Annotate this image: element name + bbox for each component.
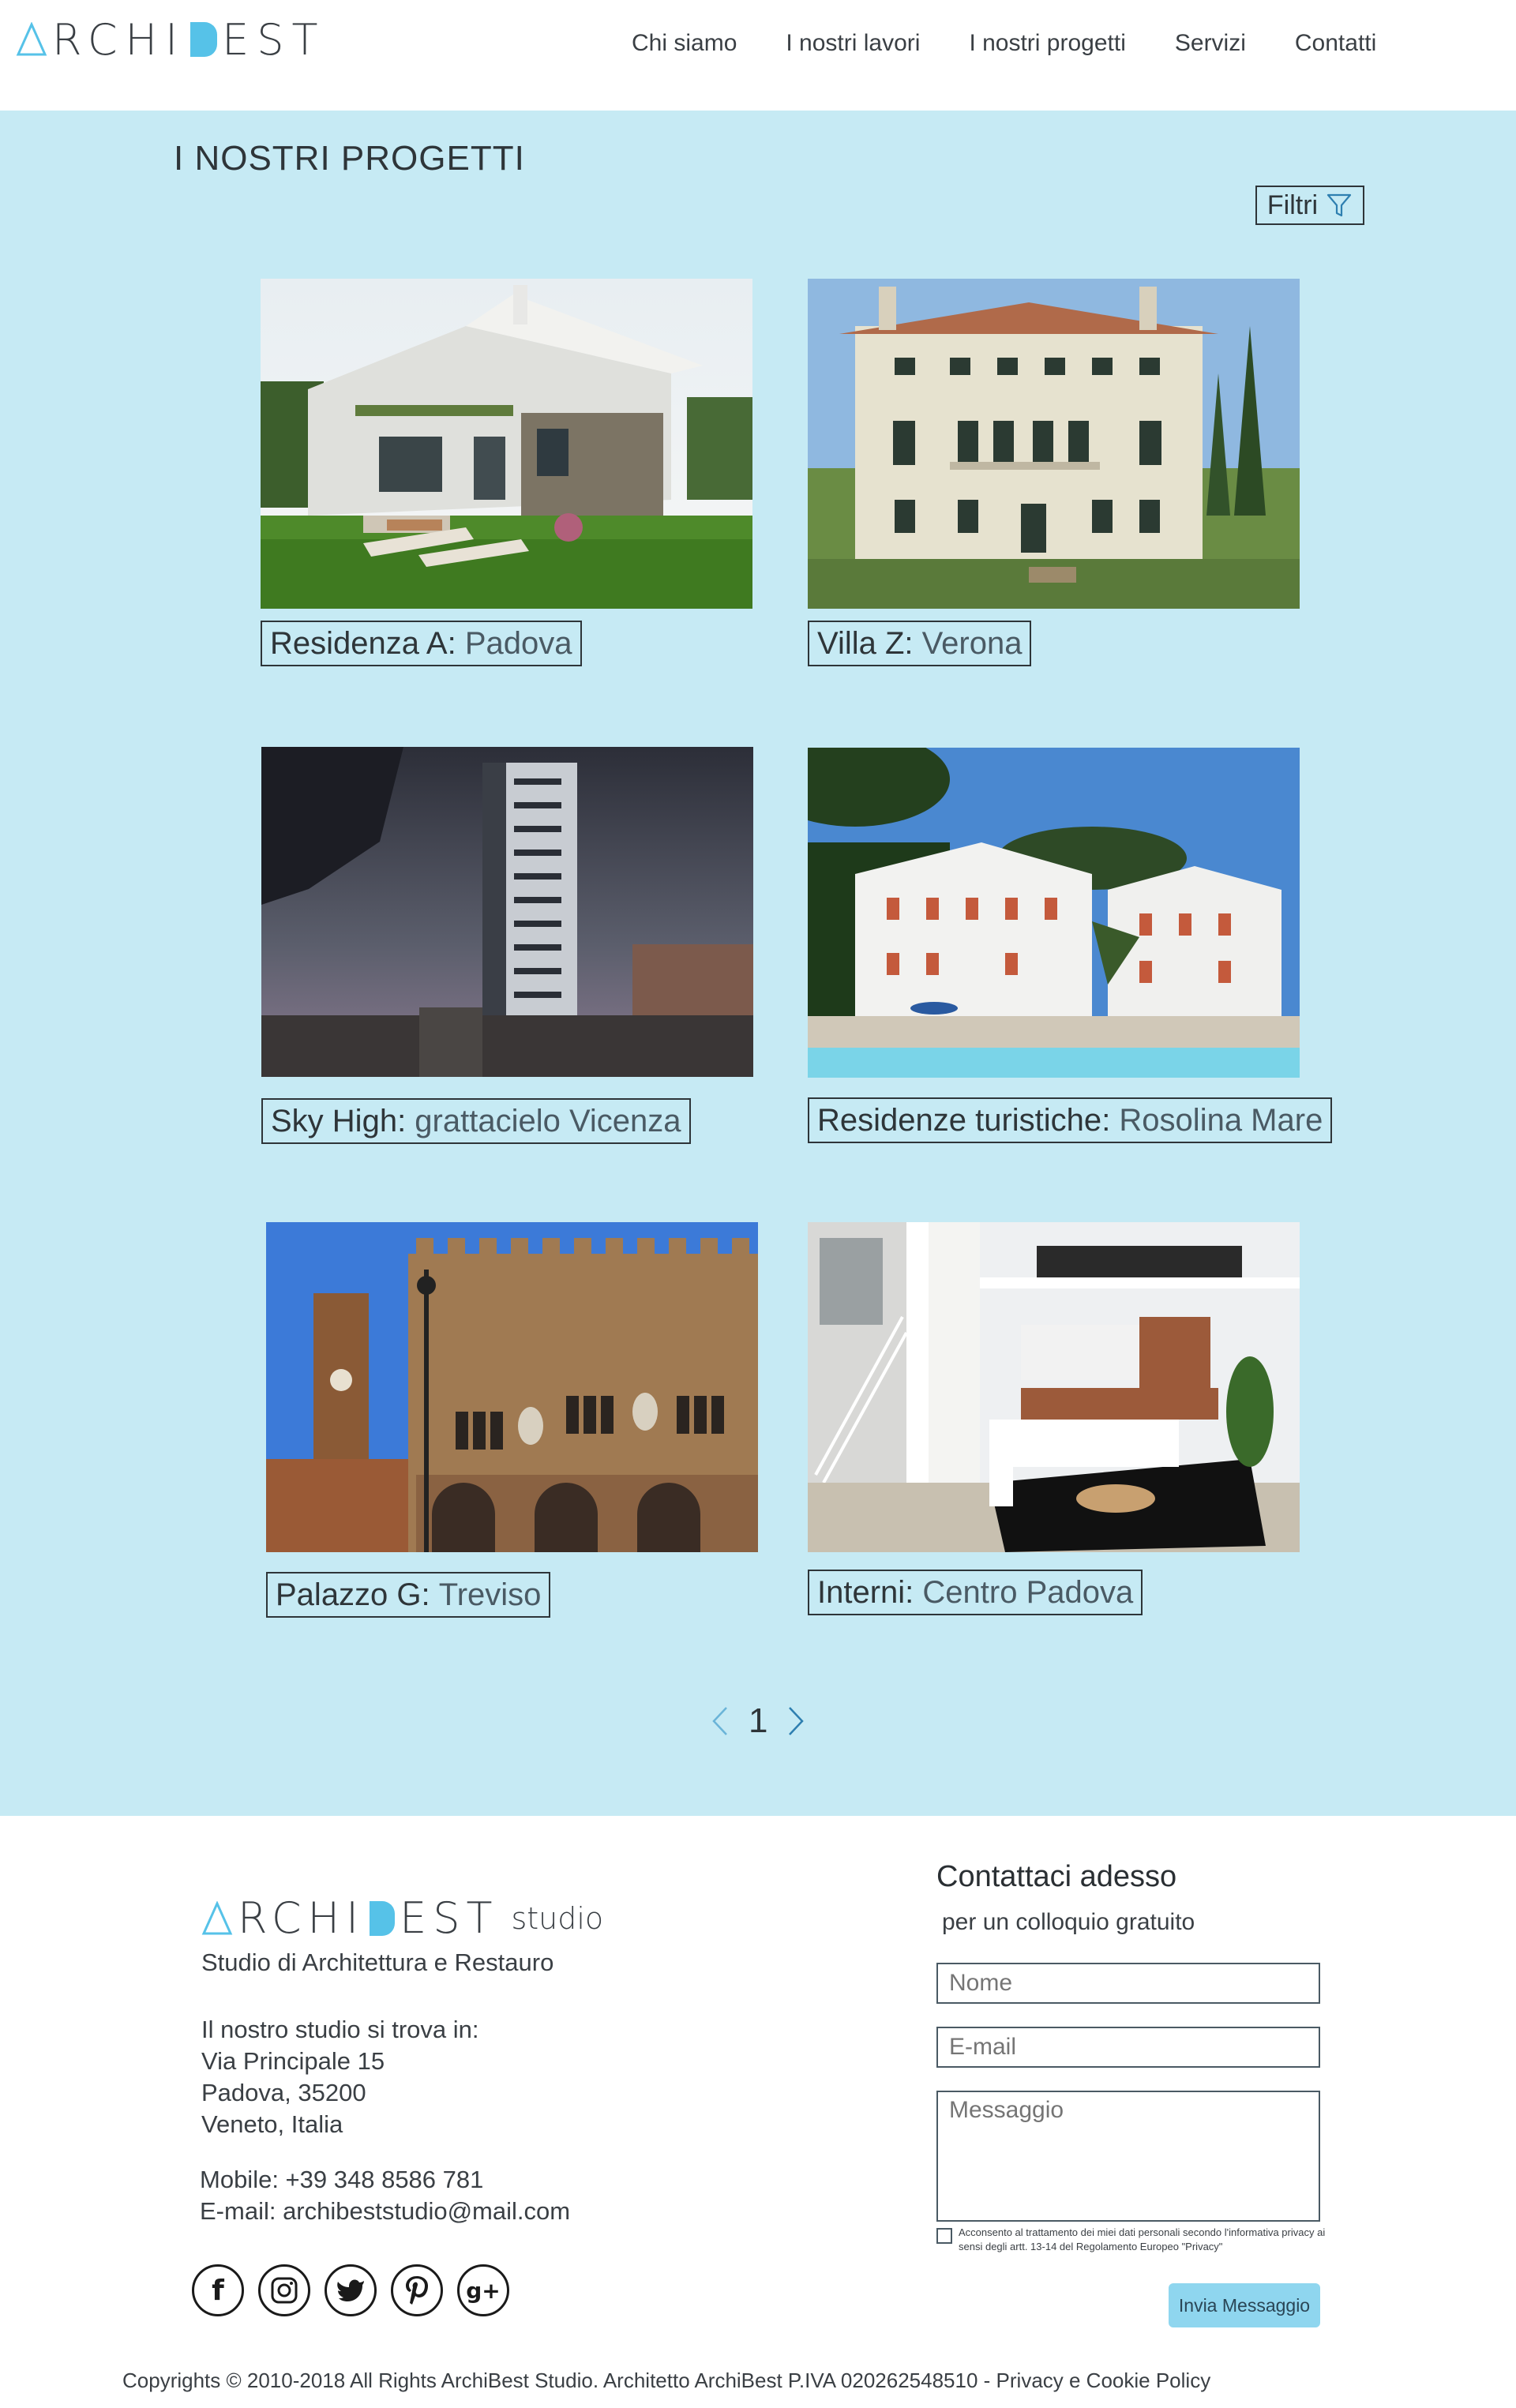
address-line-1: Via Principale 15 <box>201 2047 385 2075</box>
twitter-icon[interactable] <box>325 2264 377 2316</box>
logo-text-part-2: EST <box>222 14 326 65</box>
facebook-icon[interactable]: f <box>192 2264 244 2316</box>
footer-email[interactable]: E-mail: archibeststudio@mail.com <box>200 2196 570 2227</box>
nav-servizi[interactable]: Servizi <box>1175 30 1246 57</box>
contact-title: Contattaci adesso <box>936 1860 1177 1893</box>
project-label-sky-high[interactable]: Sky High: grattacielo Vicenza <box>261 1098 691 1144</box>
consent-checkbox[interactable] <box>936 2228 952 2244</box>
chevron-left-icon[interactable] <box>711 1705 730 1737</box>
instagram-icon[interactable] <box>258 2264 310 2316</box>
page-title: I NOSTRI PROGETTI <box>174 139 525 178</box>
chevron-right-icon[interactable] <box>786 1705 805 1737</box>
funnel-icon <box>1326 193 1352 217</box>
filter-label: Filtri <box>1266 189 1319 220</box>
logo-text-part-1: RCHI <box>52 14 186 65</box>
address-line-2: Padova, 35200 <box>201 2079 366 2106</box>
footer-logo-text-part-2: EST <box>400 1893 499 1943</box>
project-label-residenze-turistiche[interactable]: Residenze turistiche: Rosolina Mare <box>808 1097 1333 1143</box>
footer-logo-b-mark <box>370 1900 396 1936</box>
social-links: f g+ <box>192 2264 523 2316</box>
project-label-interni[interactable]: Interni: Centro Padova <box>808 1570 1143 1615</box>
google-plus-icon[interactable]: g+ <box>457 2264 509 2316</box>
logo-b-mark <box>190 22 218 57</box>
pagination: 1 <box>711 1701 805 1741</box>
filter-button[interactable]: Filtri <box>1255 186 1364 225</box>
send-message-button[interactable]: Invia Messaggio <box>1169 2283 1320 2327</box>
project-label-villa-z[interactable]: Villa Z: Verona <box>808 621 1032 666</box>
footer-logo[interactable]: RCHI EST studio <box>201 1893 603 1943</box>
project-image-villa-z[interactable] <box>808 279 1300 609</box>
nav-contatti[interactable]: Contatti <box>1295 30 1376 57</box>
name-field[interactable] <box>936 1963 1320 2004</box>
address-line-3: Veneto, Italia <box>201 2110 343 2138</box>
project-image-residenze-turistiche[interactable] <box>808 748 1300 1078</box>
logo-triangle-icon <box>201 1900 233 1934</box>
footer-tagline: Studio di Architettura e Restauro <box>201 1949 554 1976</box>
page-number[interactable]: 1 <box>749 1701 767 1741</box>
project-image-sky-high[interactable] <box>261 747 753 1077</box>
site-footer: RCHI EST studio Studio di Architettura e… <box>0 1816 1516 2408</box>
project-label-palazzo-g[interactable]: Palazzo G: Treviso <box>266 1572 551 1618</box>
copyright: Copyrights © 2010-2018 All Rights ArchiB… <box>122 2369 1211 2392</box>
logo-triangle-icon <box>16 22 47 56</box>
project-image-interni[interactable] <box>808 1222 1300 1552</box>
contact-subtitle: per un colloquio gratuito <box>942 1909 1195 1935</box>
message-field[interactable] <box>936 2091 1320 2222</box>
projects-section: I NOSTRI PROGETTI Filtri Residenza A: P… <box>0 111 1516 1816</box>
project-label-residenza-a[interactable]: Residenza A: Padova <box>261 621 582 666</box>
email-field[interactable] <box>936 2027 1320 2068</box>
nav-chi-siamo[interactable]: Chi siamo <box>632 30 737 57</box>
main-nav: Chi siamo I nostri lavori I nostri proge… <box>632 24 1425 63</box>
footer-logo-text-part-1: RCHI <box>238 1893 366 1943</box>
project-image-residenza-a[interactable] <box>261 279 752 609</box>
nav-nostri-progetti[interactable]: I nostri progetti <box>969 30 1125 57</box>
nav-nostri-lavori[interactable]: I nostri lavori <box>786 30 920 57</box>
project-image-palazzo-g[interactable] <box>266 1222 758 1552</box>
site-header: RCHI EST Chi siamo I nostri lavori I nos… <box>0 0 1516 111</box>
footer-mobile: Mobile: +39 348 8586 781 <box>200 2166 484 2193</box>
pinterest-icon[interactable] <box>391 2264 443 2316</box>
site-logo[interactable]: RCHI EST <box>16 14 325 65</box>
consent-text: Acconsento al trattamento dei miei dati … <box>959 2226 1326 2252</box>
address-intro: Il nostro studio si trova in: <box>201 2016 479 2043</box>
footer-logo-suffix: studio <box>511 1900 604 1936</box>
